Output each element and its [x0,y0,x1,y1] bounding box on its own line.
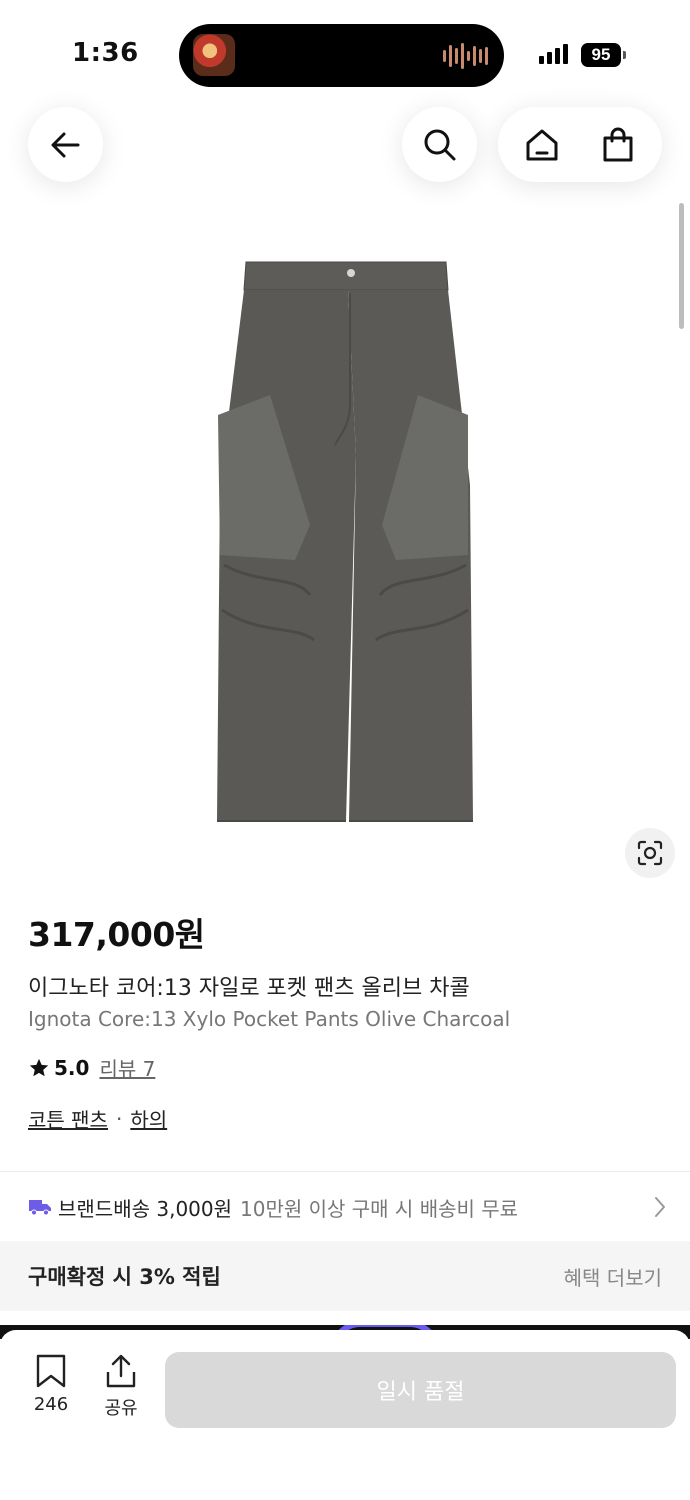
benefit-title: 구매확정 시 3% 적립 [28,1265,221,1289]
battery-indicator: 95 [581,43,621,67]
cart-button[interactable] [588,115,648,175]
search-button[interactable] [402,107,477,182]
rating-row: 5.0 리뷰 7 [28,1053,155,1082]
scroll-indicator[interactable] [679,203,684,329]
share-label: 공유 [104,1398,138,1419]
audio-wave-icon [443,42,488,69]
bookmark-button[interactable]: 246 [28,1354,74,1415]
soldout-button[interactable]: 일시 품절 [165,1352,676,1428]
back-button[interactable] [28,107,103,182]
product-name-korean: 이그노타 코어:13 자일로 포켓 팬츠 올리브 차콜 [28,976,470,1001]
nav-pill [498,107,662,182]
product-name-english: Ignota Core:13 Xylo Pocket Pants Olive C… [28,1007,511,1031]
category-link[interactable]: 코튼 팬츠 [28,1104,108,1133]
arrow-left-icon [51,132,79,157]
share-button[interactable]: 공유 [98,1354,144,1420]
home-button[interactable] [512,115,572,175]
delivery-info-row[interactable]: 브랜드배송 3,000원 10만원 이상 구매 시 배송비 무료 [28,1189,668,1225]
delivery-fee: 브랜드배송 3,000원 [58,1196,233,1221]
review-link[interactable]: 리뷰 7 [99,1053,155,1082]
product-price: 317,000원 [28,915,205,954]
category-breadcrumb: 코튼 팬츠 · 하의 [28,1104,167,1133]
parent-category-link[interactable]: 하의 [130,1104,167,1133]
dynamic-island [179,24,504,87]
pants-product-image [217,261,473,822]
product-image[interactable] [200,255,490,835]
cellular-signal-icon [539,44,568,64]
share-icon [106,1354,136,1388]
bookmark-icon [36,1354,66,1388]
star-icon [29,1058,49,1076]
rating-value: 5.0 [54,1055,90,1080]
home-icon [526,129,558,160]
search-icon [424,129,455,160]
benefit-more-link[interactable]: 혜택 더보기 [564,1262,662,1291]
status-time: 1:36 [72,38,139,68]
bookmark-count: 246 [33,1394,69,1415]
truck-icon [29,1200,51,1216]
benefit-bar[interactable]: 구매확정 시 3% 적립 혜택 더보기 [0,1241,690,1311]
chevron-right-icon [655,1197,665,1217]
section-divider [0,1171,690,1172]
breadcrumb-separator: · [115,1106,123,1131]
free-shipping-note: 10만원 이상 구매 시 배송비 무료 [240,1196,519,1221]
status-bar: 1:36 95 [0,0,690,110]
image-search-button[interactable] [625,828,675,878]
lens-icon [637,840,663,866]
battery-tip [623,51,626,59]
now-playing-artwork [193,34,235,76]
shopping-bag-icon [603,127,633,161]
